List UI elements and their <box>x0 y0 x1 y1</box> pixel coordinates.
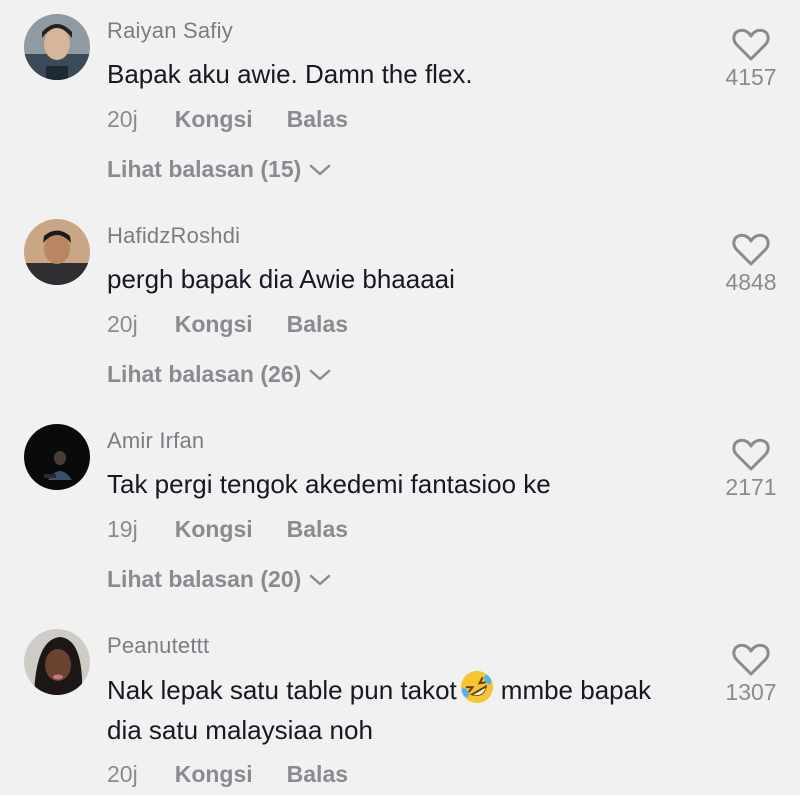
like-count: 4157 <box>725 64 777 90</box>
comment-text: Tak pergi tengok akedemi fantasioo ke <box>107 469 551 499</box>
share-button[interactable]: Kongsi <box>175 761 253 788</box>
avatar[interactable] <box>24 424 90 490</box>
comment-username[interactable]: Amir Irfan <box>107 428 204 454</box>
view-replies-label: Lihat balasan (15) <box>107 156 302 182</box>
view-replies-label: Lihat balasan (20) <box>107 566 302 592</box>
like-count: 1307 <box>725 679 777 705</box>
like-button[interactable]: 4848 <box>718 233 784 296</box>
comment-time: 20j <box>107 311 138 337</box>
comment-text: pergh bapak dia Awie bhaaaai <box>107 264 455 294</box>
user-avatar-image <box>24 219 90 285</box>
comment-meta: 20j Kongsi Balas <box>107 106 348 133</box>
comment-meta: 20j Kongsi Balas <box>107 311 348 338</box>
comment-meta: 20j Kongsi Balas <box>107 761 348 788</box>
avatar[interactable] <box>24 629 90 695</box>
reply-button[interactable]: Balas <box>287 516 348 543</box>
share-button[interactable]: Kongsi <box>175 311 253 338</box>
reply-button[interactable]: Balas <box>287 761 348 788</box>
comment-time: 19j <box>107 516 138 542</box>
comment-text-part: Nak lepak satu table pun takot <box>107 675 457 705</box>
comment-text: Nak lepak satu table pun takot mmbe bapa… <box>107 669 677 750</box>
comment-time: 20j <box>107 761 138 787</box>
share-button[interactable]: Kongsi <box>175 516 253 543</box>
like-count: 2171 <box>725 474 777 500</box>
user-avatar-image <box>24 14 90 80</box>
user-avatar-image <box>24 424 90 490</box>
view-replies-button[interactable]: Lihat balasan (26) <box>107 361 331 388</box>
avatar[interactable] <box>24 14 90 80</box>
view-replies-label: Lihat balasan (26) <box>107 361 302 387</box>
like-button[interactable]: 2171 <box>718 438 784 501</box>
comment-meta: 19j Kongsi Balas <box>107 516 348 543</box>
view-replies-button[interactable]: Lihat balasan (20) <box>107 566 331 593</box>
rolling-on-floor-laughing-emoji-icon <box>460 671 493 703</box>
like-button[interactable]: 4157 <box>718 28 784 91</box>
user-avatar-image <box>24 629 90 695</box>
chevron-down-icon <box>310 574 331 585</box>
avatar[interactable] <box>24 219 90 285</box>
chevron-down-icon <box>310 164 331 175</box>
chevron-down-icon <box>310 369 331 380</box>
reply-button[interactable]: Balas <box>287 311 348 338</box>
heart-icon <box>732 28 770 61</box>
comment-username[interactable]: HafidzRoshdi <box>107 223 240 249</box>
like-count: 4848 <box>725 269 777 295</box>
heart-icon <box>732 643 770 676</box>
comment-time: 20j <box>107 106 138 132</box>
reply-button[interactable]: Balas <box>287 106 348 133</box>
comment-text: Bapak aku awie. Damn the flex. <box>107 59 473 89</box>
comment-username[interactable]: Peanutettt <box>107 633 209 659</box>
like-button[interactable]: 1307 <box>718 643 784 706</box>
heart-icon <box>732 438 770 471</box>
heart-icon <box>732 233 770 266</box>
share-button[interactable]: Kongsi <box>175 106 253 133</box>
view-replies-button[interactable]: Lihat balasan (15) <box>107 156 331 183</box>
comment-username[interactable]: Raiyan Safiy <box>107 18 233 44</box>
